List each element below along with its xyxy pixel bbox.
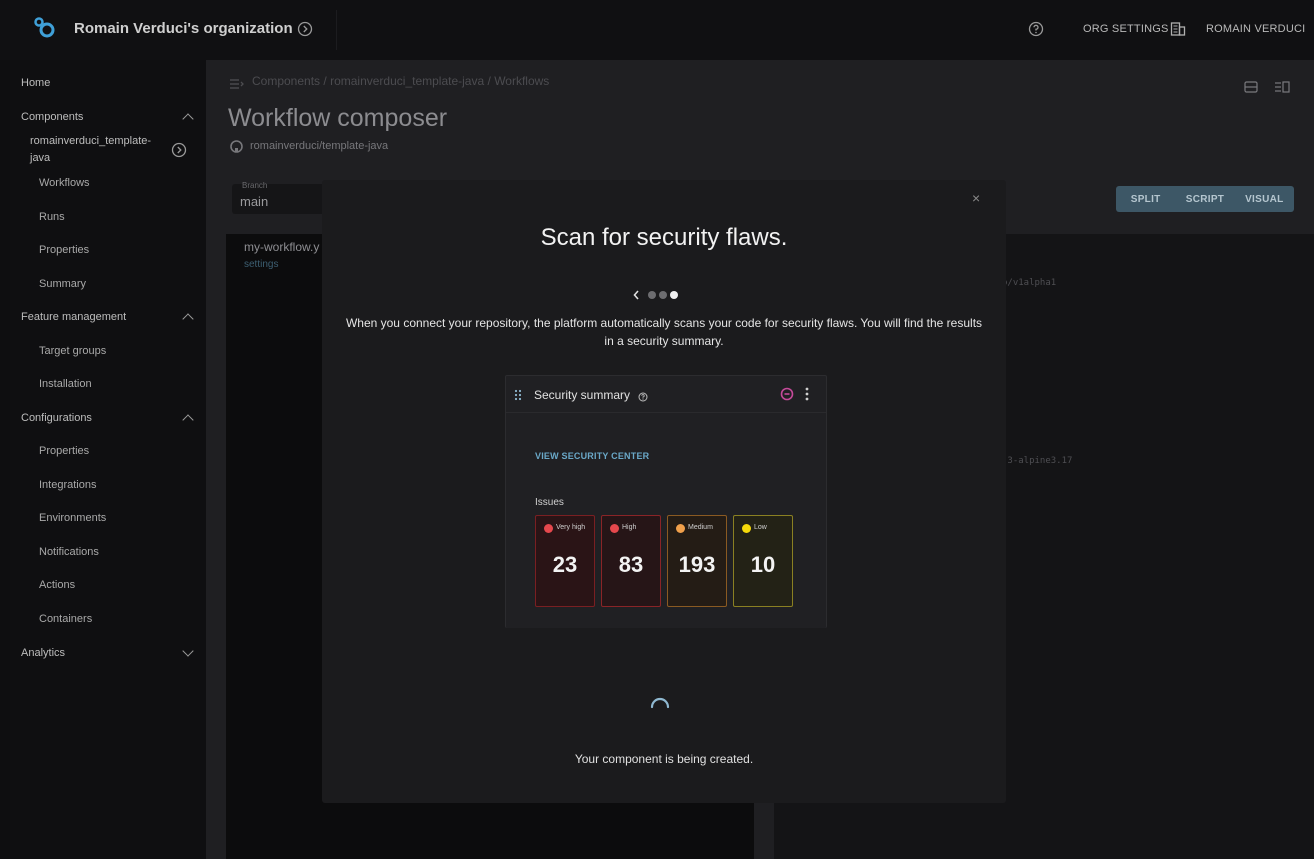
chevron-up-icon[interactable]	[182, 113, 194, 125]
severity-dot	[544, 524, 553, 533]
visual-button[interactable]: VISUAL	[1235, 186, 1294, 212]
split-button[interactable]: SPLIT	[1116, 186, 1175, 212]
building-icon[interactable]	[1170, 21, 1186, 42]
pager-dot	[659, 291, 667, 299]
issue-count: 10	[750, 552, 776, 577]
help-icon[interactable]	[1028, 21, 1044, 42]
sidebar-item-config-properties[interactable]: Properties	[39, 445, 89, 457]
org-switch-icon[interactable]	[297, 21, 313, 42]
severity-label: Medium	[688, 524, 713, 531]
sidebar-item-notifications[interactable]: Notifications	[39, 546, 99, 558]
org-title: Romain Verduci's organization	[74, 20, 293, 37]
menu-collapse-icon[interactable]	[230, 76, 244, 94]
component-name[interactable]: romainverduci_template-	[30, 135, 151, 147]
breadcrumb: Components / romainverduci_template-java…	[252, 74, 549, 88]
chevron-down-icon[interactable]	[182, 645, 194, 657]
sidebar-item-target-groups[interactable]: Target groups	[39, 345, 106, 357]
issue-count: 83	[618, 552, 644, 577]
scan-status-icon[interactable]	[780, 387, 794, 406]
view-mode-toggle: SPLIT SCRIPT VISUAL	[1116, 186, 1294, 212]
sidebar-item-configurations[interactable]: Configurations	[21, 412, 92, 424]
status-message: Your component is being created.	[574, 752, 754, 766]
sidebar-item-home[interactable]: Home	[21, 77, 50, 89]
severity-dot	[610, 524, 619, 533]
sidebar-item-components[interactable]: Components	[21, 111, 83, 123]
view-security-center-link[interactable]: VIEW SECURITY CENTER	[535, 451, 649, 461]
github-icon	[230, 140, 243, 158]
user-menu[interactable]: ROMAIN VERDUCI	[1206, 23, 1305, 35]
severity-label: High	[622, 524, 637, 531]
divider	[336, 10, 337, 50]
branch-label: Branch	[242, 181, 268, 190]
severity-dot	[742, 524, 751, 533]
logo-icon[interactable]	[32, 15, 58, 46]
modal-description: When you connect your repository, the pl…	[345, 316, 983, 348]
drag-handle-icon[interactable]	[514, 388, 522, 406]
sidebar-item-integrations[interactable]: Integrations	[39, 479, 96, 491]
branch-select[interactable]: Branch main	[232, 181, 326, 214]
card-title: Security summary	[534, 388, 631, 402]
sidebar-item-summary[interactable]: Summary	[39, 278, 86, 290]
issue-very-high[interactable]: Very high 23	[535, 515, 595, 607]
issue-count: 23	[552, 552, 578, 577]
modal-title: Scan for security flaws.	[540, 224, 788, 251]
carousel-pager	[632, 288, 692, 306]
sidebar-item-environments[interactable]: Environments	[39, 512, 106, 524]
breadcrumb-separator: /	[487, 74, 491, 88]
pager-dot	[648, 291, 656, 299]
file-settings-link[interactable]: settings	[244, 259, 278, 270]
help-icon[interactable]	[638, 389, 648, 407]
page-title: Workflow composer	[228, 104, 448, 132]
more-options-icon[interactable]	[805, 387, 809, 406]
breadcrumb-component[interactable]: romainverduci_template-java	[330, 74, 484, 88]
issue-medium[interactable]: Medium 193	[667, 515, 727, 607]
security-summary-card: Security summary VIEW SECURITY CENTER Is…	[505, 375, 827, 628]
severity-label: Low	[754, 524, 767, 531]
code-line: .3-alpine3.17	[1002, 456, 1073, 466]
top-bar: Romain Verduci's organization ORG SETTIN…	[0, 0, 1314, 60]
breadcrumb-components[interactable]: Components	[252, 74, 320, 88]
breadcrumb-workflows[interactable]: Workflows	[494, 74, 549, 88]
org-settings-link[interactable]: ORG SETTINGS	[1083, 23, 1169, 35]
component-name-line2[interactable]: java	[30, 152, 50, 164]
breadcrumb-separator: /	[323, 74, 327, 88]
script-button[interactable]: SCRIPT	[1175, 186, 1234, 212]
sidebar-item-workflows[interactable]: Workflows	[39, 177, 90, 189]
card-header: Security summary	[506, 376, 826, 413]
repo-link[interactable]: romainverduci/template-java	[250, 140, 388, 152]
pager-dot-active	[670, 291, 678, 299]
layout-panel-icon[interactable]	[1274, 80, 1290, 99]
sidebar-item-containers[interactable]: Containers	[39, 613, 92, 625]
sidebar-item-feature-management[interactable]: Feature management	[21, 311, 126, 323]
issue-high[interactable]: High 83	[601, 515, 661, 607]
severity-dot	[676, 524, 685, 533]
branch-value: main	[240, 194, 269, 209]
onboarding-modal: × Scan for security flaws. When you conn…	[322, 180, 1006, 803]
issue-count: 193	[678, 552, 716, 577]
chevron-up-icon[interactable]	[182, 414, 194, 426]
component-switch-icon[interactable]	[171, 142, 187, 163]
close-icon[interactable]: ×	[972, 190, 980, 206]
issue-low[interactable]: Low 10	[733, 515, 793, 607]
chevron-left-icon	[633, 290, 639, 300]
sidebar-item-runs[interactable]: Runs	[39, 211, 65, 223]
layout-horizontal-icon[interactable]	[1244, 80, 1258, 99]
code-line: o/v1alpha1	[1002, 278, 1057, 288]
severity-label: Very high	[556, 524, 586, 531]
issues-label: Issues	[535, 497, 564, 508]
sidebar-item-properties[interactable]: Properties	[39, 244, 89, 256]
workflow-filename[interactable]: my-workflow.y	[244, 240, 319, 254]
sidebar: Home Components romainverduci_template- …	[10, 60, 206, 859]
sidebar-item-installation[interactable]: Installation	[39, 378, 92, 390]
sidebar-item-analytics[interactable]: Analytics	[21, 647, 65, 659]
chevron-up-icon[interactable]	[182, 313, 194, 325]
sidebar-item-actions[interactable]: Actions	[39, 579, 75, 591]
loading-spinner-icon	[650, 697, 670, 709]
